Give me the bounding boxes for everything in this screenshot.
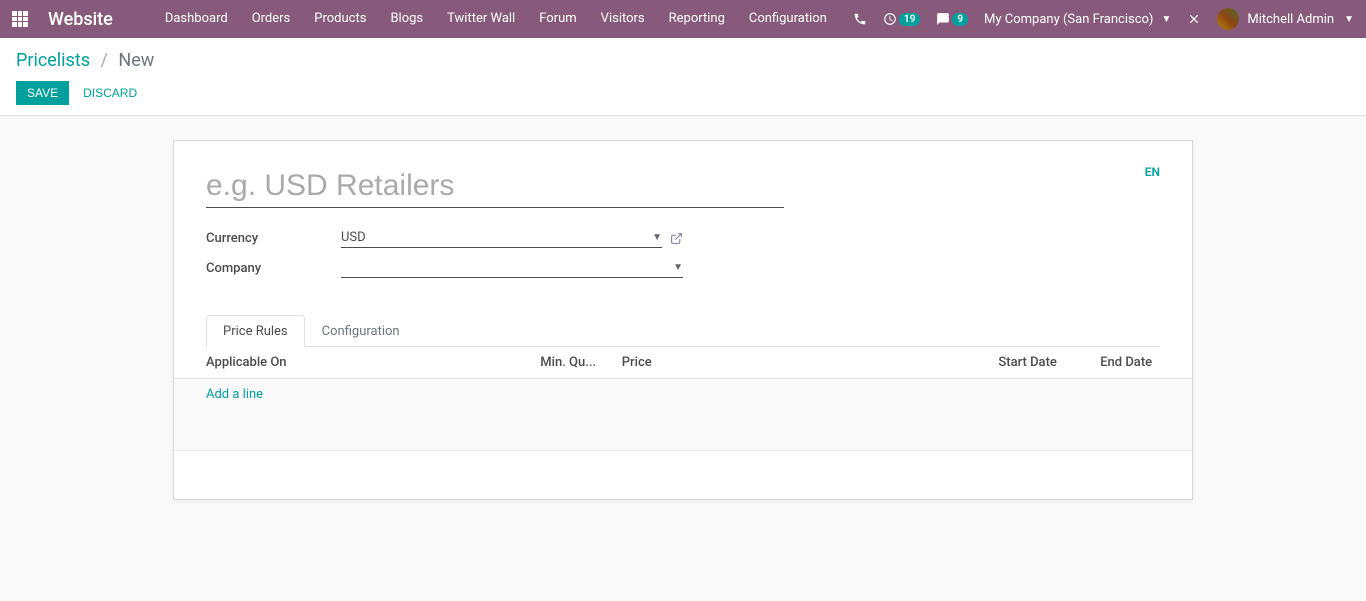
phone-icon[interactable] <box>853 12 867 26</box>
discard-button[interactable]: Discard <box>69 81 151 105</box>
nav-forum[interactable]: Forum <box>527 0 588 38</box>
tabs: Price Rules Configuration <box>206 314 1160 347</box>
avatar <box>1217 8 1239 30</box>
tab-price-rules[interactable]: Price Rules <box>206 315 305 347</box>
save-button[interactable]: Save <box>16 81 69 105</box>
col-applicable-on[interactable]: Applicable On <box>174 347 530 379</box>
external-link-icon[interactable] <box>670 232 683 245</box>
nav-dashboard[interactable]: Dashboard <box>153 0 240 38</box>
nav-visitors[interactable]: Visitors <box>589 0 657 38</box>
nav-orders[interactable]: Orders <box>240 0 303 38</box>
user-name: Mitchell Admin <box>1247 12 1334 27</box>
breadcrumb: Pricelists / New <box>16 50 1350 71</box>
nav-products[interactable]: Products <box>302 0 378 38</box>
name-input[interactable] <box>206 165 784 208</box>
nav-menu: Dashboard Orders Products Blogs Twitter … <box>153 0 839 38</box>
add-line-link[interactable]: Add a line <box>206 387 263 402</box>
chevron-down-icon: ▼ <box>673 262 683 273</box>
company-selector[interactable]: My Company (San Francisco) ▼ <box>984 12 1171 27</box>
activities-icon[interactable]: 19 <box>883 12 920 26</box>
company-input[interactable]: ▼ <box>341 258 683 278</box>
apps-icon[interactable] <box>12 11 28 27</box>
chevron-down-icon: ▼ <box>1161 14 1171 25</box>
chevron-down-icon: ▼ <box>652 232 662 243</box>
chevron-down-icon: ▼ <box>1344 14 1354 25</box>
currency-label: Currency <box>206 231 341 246</box>
nav-reporting[interactable]: Reporting <box>657 0 737 38</box>
form-sheet: EN Currency USD ▼ Company <box>173 140 1193 500</box>
user-menu[interactable]: Mitchell Admin ▼ <box>1217 8 1354 30</box>
app-brand[interactable]: Website <box>48 9 113 30</box>
nav-right: 19 9 My Company (San Francisco) ▼ Mitche… <box>853 8 1354 30</box>
currency-input[interactable]: USD ▼ <box>341 228 662 248</box>
messages-icon[interactable]: 9 <box>936 12 968 26</box>
col-price[interactable]: Price <box>612 347 989 379</box>
main-navbar: Website Dashboard Orders Products Blogs … <box>0 0 1366 38</box>
breadcrumb-current: New <box>118 50 154 71</box>
form-fields: Currency USD ▼ Company ▼ <box>206 226 683 286</box>
price-rules-table: Applicable On Min. Qu... Price Start Dat… <box>174 347 1192 451</box>
breadcrumb-separator: / <box>101 50 108 71</box>
control-panel: Pricelists / New Save Discard <box>0 38 1366 116</box>
company-label: Company <box>206 261 341 276</box>
currency-value: USD <box>341 230 366 245</box>
col-start-date[interactable]: Start Date <box>988 347 1090 379</box>
language-button[interactable]: EN <box>1145 165 1160 179</box>
nav-blogs[interactable]: Blogs <box>378 0 435 38</box>
close-icon[interactable] <box>1187 12 1201 26</box>
col-end-date[interactable]: End Date <box>1090 347 1192 379</box>
form-view: EN Currency USD ▼ Company <box>0 116 1366 524</box>
nav-configuration[interactable]: Configuration <box>737 0 839 38</box>
nav-twitter-wall[interactable]: Twitter Wall <box>435 0 527 38</box>
tab-configuration[interactable]: Configuration <box>305 315 417 347</box>
col-min-quantity[interactable]: Min. Qu... <box>530 347 611 379</box>
breadcrumb-parent[interactable]: Pricelists <box>16 50 90 71</box>
activities-badge: 19 <box>899 13 920 26</box>
messages-badge: 9 <box>952 13 968 26</box>
company-name: My Company (San Francisco) <box>984 12 1153 27</box>
control-buttons: Save Discard <box>16 81 1350 105</box>
